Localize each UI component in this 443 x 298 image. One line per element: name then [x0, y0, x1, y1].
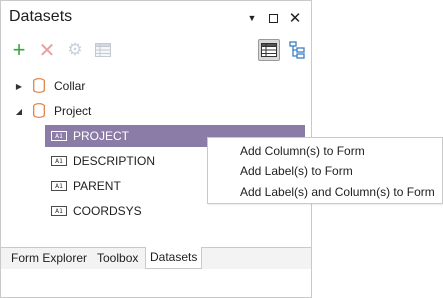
- text-column-icon: A1: [51, 181, 67, 191]
- tab-toolbox[interactable]: Toolbox: [93, 248, 142, 269]
- maximize-icon[interactable]: [265, 10, 281, 26]
- tree-item-label: Collar: [54, 79, 86, 93]
- database-icon: [33, 78, 45, 93]
- tree-item-label: PARENT: [73, 179, 121, 193]
- text-column-icon: A1: [51, 131, 67, 141]
- plus-icon[interactable]: +: [8, 39, 30, 61]
- text-column-icon: A1: [51, 156, 67, 166]
- menu-item-add-labels-and-columns[interactable]: Add Label(s) and Column(s) to Form: [240, 182, 435, 202]
- x-icon[interactable]: ✕: [36, 39, 58, 62]
- gear-icon[interactable]: ⚙: [64, 39, 86, 61]
- menu-item-add-columns[interactable]: Add Column(s) to Form: [240, 141, 365, 161]
- context-menu: Add Column(s) to Form Add Label(s) to Fo…: [207, 137, 443, 204]
- tree-item-label: Project: [54, 104, 92, 118]
- menu-item-add-labels[interactable]: Add Label(s) to Form: [240, 161, 353, 181]
- collapsed-arrow-icon[interactable]: ▶: [14, 81, 24, 91]
- tree-item-label: COORDSYS: [73, 204, 142, 218]
- tree-item-project[interactable]: ◢ Project: [1, 100, 311, 122]
- grid-icon[interactable]: [92, 39, 114, 61]
- table-view-icon[interactable]: [258, 39, 280, 61]
- tab-datasets[interactable]: Datasets: [145, 247, 203, 269]
- database-icon: [33, 103, 45, 118]
- close-icon[interactable]: ✕: [287, 10, 303, 27]
- datasets-toolbar: + ✕ ⚙: [1, 37, 311, 65]
- tree-item-collar[interactable]: ▶ Collar: [1, 75, 311, 97]
- bottom-tab-bar: Form Explorer Toolbox Datasets: [1, 247, 311, 269]
- pin-icon[interactable]: ▼: [244, 10, 260, 26]
- panel-title: Datasets: [9, 8, 73, 25]
- tree-view-icon[interactable]: [286, 39, 308, 61]
- tree-item-label: DESCRIPTION: [73, 154, 156, 168]
- tree-item-label: PROJECT: [73, 129, 130, 143]
- tab-form-explorer[interactable]: Form Explorer: [7, 248, 91, 269]
- panel-titlebar: Datasets ▼ ✕: [1, 1, 311, 35]
- expanded-arrow-icon[interactable]: ◢: [14, 106, 24, 116]
- text-column-icon: A1: [51, 206, 67, 216]
